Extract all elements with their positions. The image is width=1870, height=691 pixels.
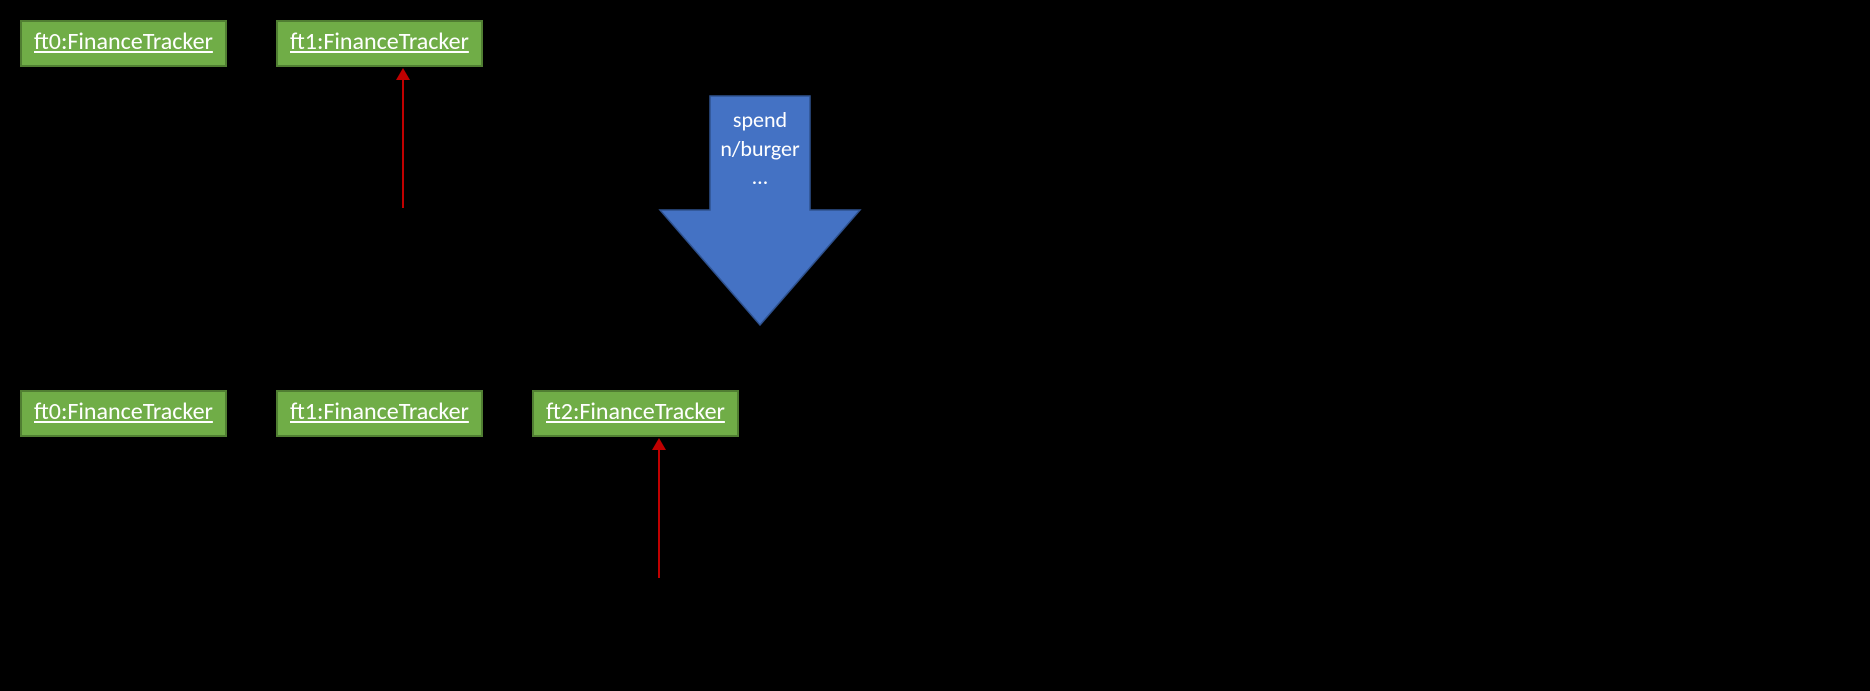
transition-label-line1b: spend [710,106,810,135]
object-ft1-top: ft1:FinanceTracker [276,20,483,67]
object-ft2-bottom: ft2:FinanceTracker [532,390,739,437]
arrow-up-icon [652,438,666,450]
object-label: ft1:FinanceTracker [290,397,469,426]
current-pointer-top [396,68,410,208]
transition-label-line2b: n/burger [710,135,810,164]
current-pointer-bottom [652,438,666,578]
diagram-canvas: ft0:FinanceTracker ft1:FinanceTracker sp… [0,0,1870,691]
arrow-up-icon [396,68,410,80]
object-ft1-bottom: ft1:FinanceTracker [276,390,483,437]
object-label: ft0:FinanceTracker [34,27,213,56]
object-ft0-top: ft0:FinanceTracker [20,20,227,67]
transition-label-line3b: … [710,163,810,192]
arrow-shaft [402,80,404,208]
transition-arrow-text: spend n/burger … [710,106,810,192]
object-label: ft1:FinanceTracker [290,27,469,56]
arrow-shaft [658,450,660,578]
object-label: ft0:FinanceTracker [34,397,213,426]
object-ft0-bottom: ft0:FinanceTracker [20,390,227,437]
object-label: ft2:FinanceTracker [546,397,725,426]
